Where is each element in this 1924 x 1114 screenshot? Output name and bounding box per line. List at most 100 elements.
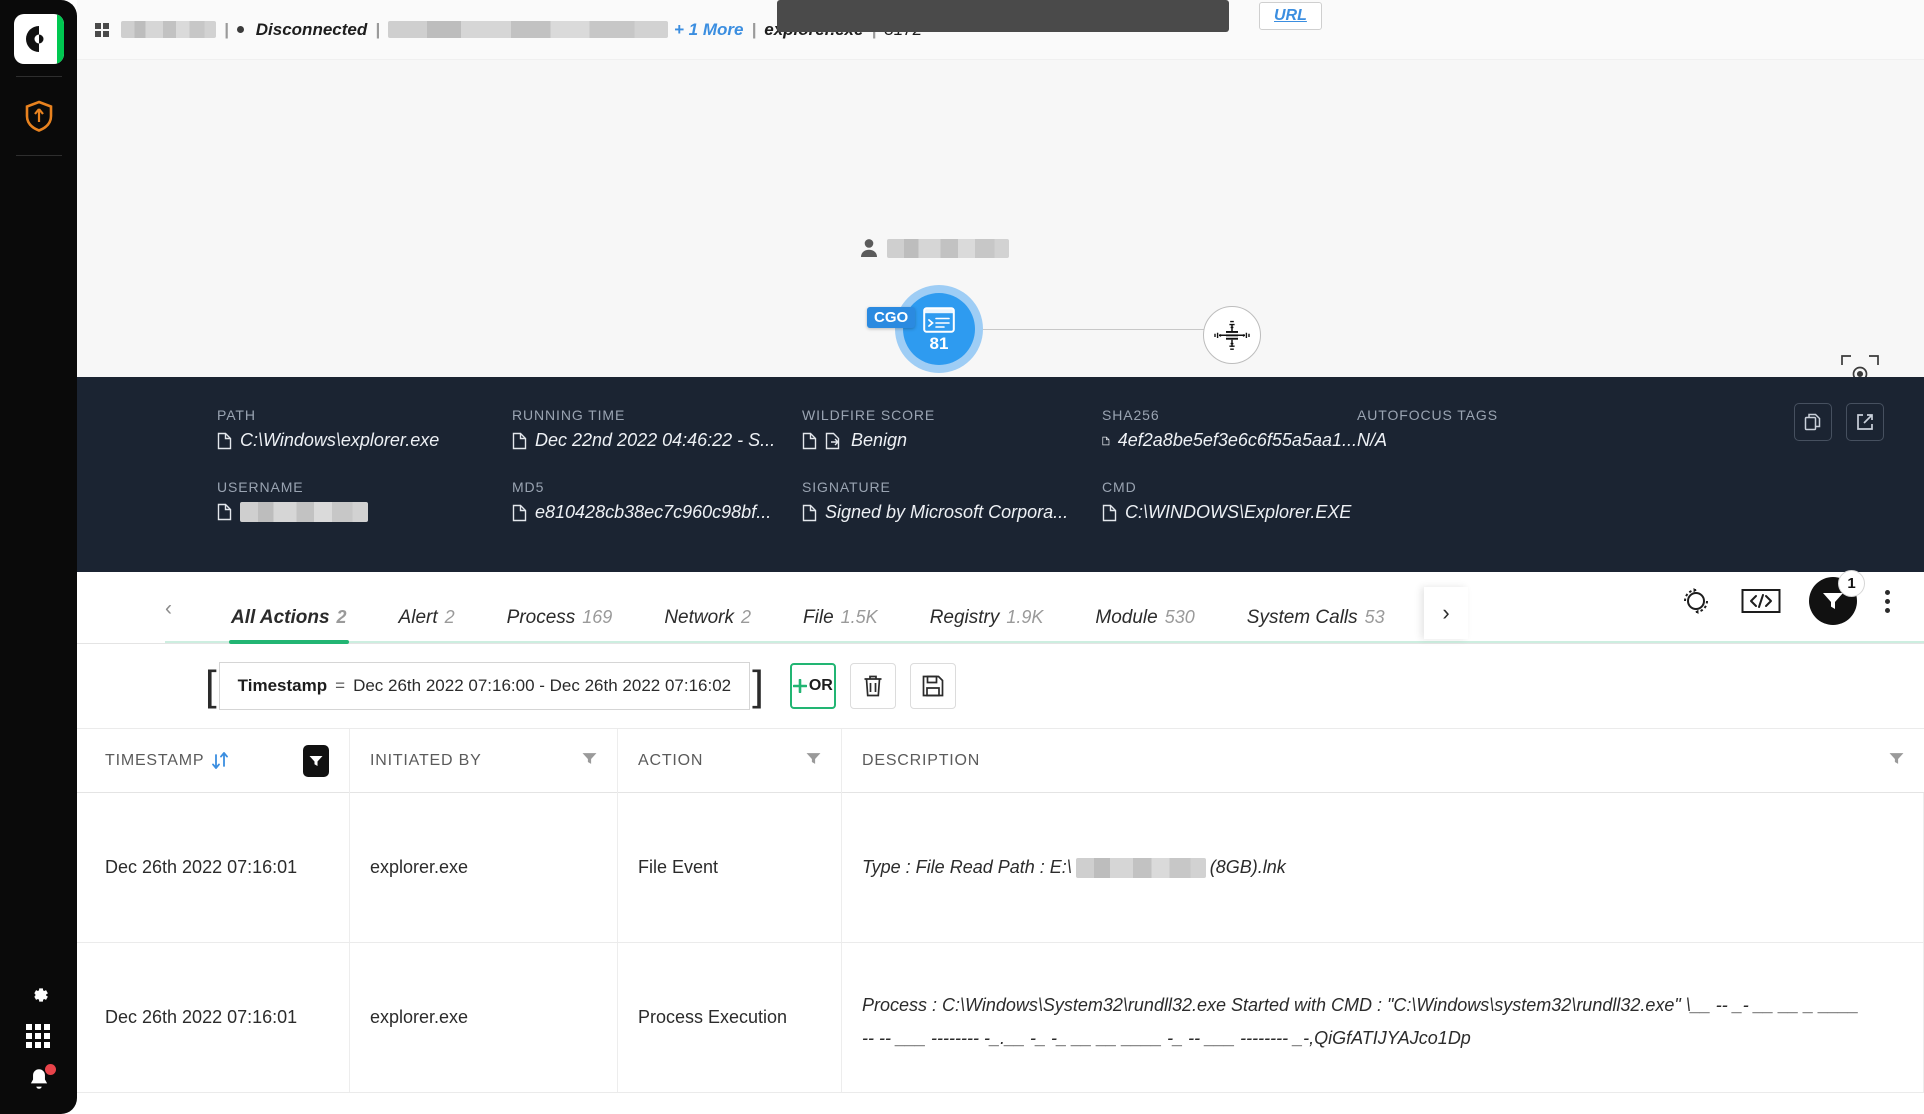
refresh-icon[interactable] bbox=[1679, 584, 1713, 618]
description-line: Type : File Read Path : E:\ (8GB).lnk bbox=[862, 857, 1286, 878]
add-or-button[interactable]: OR bbox=[789, 663, 836, 709]
console-window-icon bbox=[923, 306, 955, 333]
column-header-timestamp[interactable]: TIMESTAMP bbox=[77, 729, 350, 793]
cell-timestamp: Dec 26th 2022 07:16:01 bbox=[77, 943, 350, 1092]
column-header-description[interactable]: DESCRIPTION bbox=[842, 729, 1924, 793]
tab-all-actions[interactable]: All Actions 2 bbox=[205, 607, 373, 644]
kebab-menu-icon[interactable] bbox=[1885, 589, 1890, 613]
actions-tab-bar: ‹ All Actions 2 Alert 2 Process 169 Network… bbox=[77, 570, 1924, 644]
graph-user-redacted bbox=[887, 238, 1009, 258]
column-label-wrap: TIMESTAMP bbox=[105, 751, 229, 770]
column-filter-timestamp[interactable] bbox=[303, 744, 329, 777]
query-chip[interactable]: [ Timestamp = Dec 26th 2022 07:16:00 - D… bbox=[205, 661, 764, 711]
tabs-prev-arrow[interactable]: ‹ bbox=[165, 597, 172, 621]
path-redacted bbox=[388, 21, 669, 38]
tab-system-calls[interactable]: System Calls 53 bbox=[1221, 607, 1411, 643]
copy-icon bbox=[1102, 436, 1110, 445]
shield-icon bbox=[25, 100, 52, 132]
meta-value: Dec 22nd 2022 04:46:22 - S... bbox=[535, 430, 776, 450]
filter-icon bbox=[1889, 752, 1904, 764]
tab-count: 169 bbox=[582, 607, 613, 627]
copy-icon bbox=[217, 432, 232, 449]
trash-icon bbox=[864, 675, 882, 697]
tabs-next-arrow[interactable]: › bbox=[1424, 587, 1468, 639]
meta-label: PATH bbox=[217, 407, 256, 423]
table-row[interactable]: Dec 26th 2022 07:16:01 explorer.exe File… bbox=[77, 793, 1924, 943]
external-doc-icon bbox=[825, 432, 840, 449]
cell-initiated-by: explorer.exe bbox=[350, 943, 618, 1092]
app-root: | Disconnected | + 1 More | explorer.exe… bbox=[0, 0, 1924, 1114]
gear-icon[interactable] bbox=[26, 982, 52, 1008]
cortex-logo-icon[interactable] bbox=[13, 14, 64, 64]
column-label: TIMESTAMP bbox=[105, 751, 205, 769]
column-header-action[interactable]: ACTION bbox=[618, 729, 842, 793]
tab-count: 530 bbox=[1164, 607, 1195, 627]
graph-node-explorer[interactable]: CGO 81 bbox=[867, 285, 983, 373]
left-nav-rail bbox=[0, 0, 77, 1114]
url-button[interactable]: URL bbox=[1259, 2, 1322, 30]
meta-value-redacted bbox=[240, 502, 368, 522]
description-redacted bbox=[1075, 857, 1206, 878]
tab-registry[interactable]: Registry 1.9K bbox=[904, 607, 1070, 643]
query-value: Dec 26th 2022 07:16:00 - Dec 26th 2022 0… bbox=[353, 676, 732, 695]
tab-process[interactable]: Process 169 bbox=[481, 607, 639, 643]
query-operator: = bbox=[335, 676, 346, 695]
table-row[interactable]: Dec 26th 2022 07:16:01 explorer.exe Proc… bbox=[77, 943, 1924, 1093]
meta-label: MD5 bbox=[512, 479, 545, 495]
query-key: Timestamp bbox=[237, 676, 328, 695]
delete-filter-button[interactable] bbox=[849, 663, 896, 709]
query-condition[interactable]: Timestamp = Dec 26th 2022 07:16:00 - Dec… bbox=[218, 662, 751, 710]
meta-field-cmd: CMD C:\WINDOWS\Explorer.EXE bbox=[1102, 479, 1357, 523]
copy-all-icon[interactable] bbox=[1794, 403, 1832, 441]
save-filter-button[interactable] bbox=[909, 663, 956, 709]
sidebar-item-shield[interactable] bbox=[12, 89, 66, 143]
graph-node-child[interactable] bbox=[1203, 306, 1261, 364]
bell-icon[interactable] bbox=[26, 1064, 56, 1092]
process-graph-canvas[interactable]: CGO 81 explorer.exe bbox=[77, 60, 1924, 396]
open-external-icon[interactable] bbox=[1846, 403, 1884, 441]
meta-value-wrap bbox=[217, 502, 512, 522]
meta-value-wrap: N/A bbox=[1357, 430, 1784, 451]
meta-value-wrap: 4ef2a8be5ef3e6c6f55a5aa1... bbox=[1102, 430, 1357, 451]
meta-field-sha256: SHA256 4ef2a8be5ef3e6c6f55a5aa1... bbox=[1102, 407, 1357, 451]
tab-alert[interactable]: Alert 2 bbox=[373, 607, 481, 643]
description-line2: ___ -------- -_.__ -_ -_ __ __ ____ -_ -… bbox=[896, 1028, 1471, 1049]
meta-value-wrap: C:\Windows\explorer.exe bbox=[217, 430, 512, 451]
meta-label: RUNNING TIME bbox=[512, 407, 626, 423]
code-view-icon[interactable] bbox=[1741, 586, 1781, 616]
tab-label: All Actions bbox=[231, 607, 330, 628]
column-filter-description[interactable] bbox=[1889, 752, 1904, 770]
column-filter-initiated-by[interactable] bbox=[582, 752, 597, 770]
column-filter-action[interactable] bbox=[806, 752, 821, 770]
process-tree-icon bbox=[1214, 320, 1250, 350]
meta-label: SHA256 bbox=[1102, 407, 1160, 423]
node-core[interactable]: 81 bbox=[903, 293, 975, 365]
tab-network[interactable]: Network 2 bbox=[638, 607, 777, 643]
meta-label: SIGNATURE bbox=[802, 479, 891, 495]
apps-grid-icon[interactable] bbox=[25, 1024, 52, 1050]
filter-fab-icon[interactable]: 1 bbox=[1809, 570, 1865, 625]
meta-field-signature: SIGNATURE Signed by Microsoft Corpora... bbox=[802, 479, 1102, 523]
rail-divider-bottom bbox=[15, 155, 62, 156]
copy-icon bbox=[802, 432, 817, 449]
cell-timestamp: Dec 26th 2022 07:16:01 bbox=[77, 793, 350, 942]
tab-file[interactable]: File 1.5K bbox=[777, 607, 904, 643]
sep-1: | bbox=[224, 19, 229, 39]
plus-icon bbox=[792, 679, 807, 693]
user-icon bbox=[860, 238, 878, 258]
metadata-actions bbox=[1794, 403, 1884, 441]
table-header-row: TIMESTAMP INITIATED BY ACTION DESCRIPTIO… bbox=[77, 729, 1924, 793]
hostname-redacted bbox=[121, 21, 216, 38]
windows-os-icon bbox=[95, 22, 109, 37]
meta-value: e810428cb38ec7c960c98bf... bbox=[535, 502, 772, 522]
tab-count: 1.5K bbox=[840, 607, 878, 627]
more-link[interactable]: + 1 More bbox=[674, 20, 743, 40]
cell-description: Type : File Read Path : E:\ (8GB).lnk bbox=[842, 793, 1924, 942]
tab-module[interactable]: Module 530 bbox=[1069, 607, 1220, 643]
tab-count: 1.9K bbox=[1006, 607, 1044, 627]
filter-icon bbox=[582, 752, 597, 764]
node-event-count: 81 bbox=[929, 333, 949, 353]
filter-count-badge: 1 bbox=[1838, 570, 1865, 597]
meta-value: Benign bbox=[851, 430, 908, 450]
column-header-initiated-by[interactable]: INITIATED BY bbox=[350, 729, 618, 793]
